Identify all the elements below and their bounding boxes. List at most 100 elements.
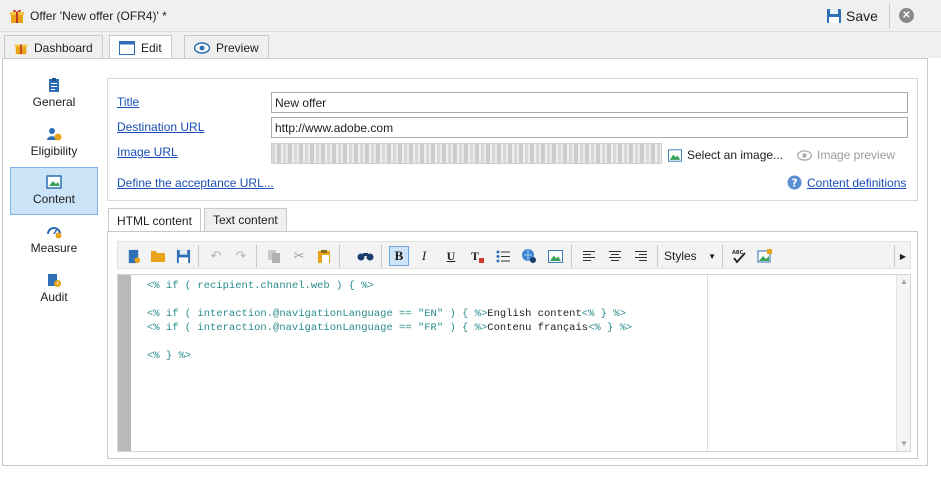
redo-button[interactable]: ↷ (231, 246, 251, 266)
copy-icon (268, 249, 280, 263)
code-line: <% if ( interaction.@navigationLanguage … (147, 307, 703, 321)
editor-toolbar: ↶ ↷ ✂ B I U T Styles ▼ ABC ▶ (117, 241, 911, 269)
insert-image-icon (547, 249, 563, 263)
audit-icon (48, 274, 61, 287)
tab-label: HTML content (117, 213, 192, 228)
tab-dashboard[interactable]: Dashboard (4, 35, 103, 59)
svg-text:ABC: ABC (732, 250, 744, 256)
tab-edit[interactable]: Edit (109, 35, 172, 59)
clear-format-button[interactable]: T (467, 246, 487, 266)
align-left-icon (583, 250, 595, 261)
nav-item-content[interactable]: Content (10, 167, 98, 215)
bullet-list-button[interactable] (493, 246, 513, 266)
undo-button[interactable]: ↶ (206, 246, 226, 266)
link-button[interactable] (519, 246, 539, 266)
code-content: <% if ( recipient.channel.web ) { %> <% … (147, 279, 703, 449)
title-field[interactable] (271, 92, 908, 113)
save-label: Save (846, 8, 878, 24)
align-center-button[interactable] (605, 246, 625, 266)
code-line: <% if ( interaction.@navigationLanguage … (147, 321, 703, 335)
align-center-icon (609, 250, 621, 261)
nav-label: General (32, 95, 76, 109)
window-title: Offer 'New offer (OFR4)' * (30, 9, 167, 23)
find-icon (357, 253, 373, 261)
spellcheck-button[interactable]: ABC (729, 246, 749, 266)
destination-url-label[interactable]: Destination URL (117, 120, 204, 134)
content-definitions-label: Content definitions (807, 175, 907, 190)
eye-icon (194, 41, 210, 54)
more-button[interactable]: ▶ (896, 246, 910, 266)
save-button-toolbar[interactable] (173, 246, 193, 266)
tab-html-content[interactable]: HTML content (108, 208, 201, 232)
undo-icon: ↶ (210, 248, 222, 263)
close-button[interactable]: ✕ (899, 8, 914, 23)
clear-format-icon: T (471, 249, 484, 263)
image-url-field[interactable] (271, 143, 662, 164)
editor-divider (707, 275, 708, 451)
select-image-button[interactable]: Select an image... (668, 148, 783, 162)
save-disk-icon (827, 9, 841, 23)
nav-label: Eligibility (30, 144, 78, 158)
gauge-icon (47, 227, 62, 239)
gift-icon (14, 44, 28, 54)
code-text: Contenu français (487, 322, 589, 334)
toolbar-divider (571, 245, 572, 267)
paste-icon (318, 249, 330, 263)
nav-item-measure[interactable]: Measure (10, 216, 98, 264)
styles-label: Styles (664, 249, 697, 263)
personalize-button[interactable] (755, 246, 775, 266)
svg-text:?: ? (792, 177, 798, 189)
tab-preview[interactable]: Preview (184, 35, 269, 59)
bullet-list-icon (496, 250, 510, 262)
toolbar-divider (894, 245, 895, 267)
copy-button[interactable] (264, 246, 284, 266)
image-icon (668, 148, 682, 162)
toolbar-divider (256, 245, 257, 267)
paste-button[interactable] (314, 246, 334, 266)
image-url-label[interactable]: Image URL (117, 145, 178, 159)
styles-dropdown[interactable]: Styles ▼ (661, 246, 719, 266)
align-left-button[interactable] (579, 246, 599, 266)
image-icon (46, 175, 62, 189)
underline-button[interactable]: U (441, 246, 461, 266)
toolbar-divider (198, 245, 199, 267)
nav-item-audit[interactable]: Audit (10, 265, 98, 313)
scroll-up-icon[interactable]: ▲ (900, 277, 908, 286)
acceptance-url-link[interactable]: Define the acceptance URL... (117, 176, 274, 190)
bold-button[interactable]: B (389, 246, 409, 266)
new-doc-icon (128, 249, 140, 263)
italic-button[interactable]: I (414, 246, 434, 266)
insert-image-button[interactable] (545, 246, 565, 266)
help-icon: ? (787, 175, 802, 190)
eye-icon (797, 149, 812, 161)
destination-url-field[interactable] (271, 117, 908, 138)
tab-label: Dashboard (34, 40, 93, 55)
link-icon (522, 249, 536, 263)
align-right-button[interactable] (631, 246, 651, 266)
editor-scrollbar[interactable]: ▲ ▼ (896, 275, 910, 451)
bold-icon: B (394, 248, 404, 263)
nav-label: Measure (30, 241, 78, 255)
nav-item-general[interactable]: General (10, 70, 98, 118)
svg-text:T: T (471, 249, 479, 263)
cut-icon: ✂ (293, 248, 305, 263)
nav-label: Audit (40, 290, 68, 304)
nav-item-eligibility[interactable]: Eligibility (10, 119, 98, 167)
align-right-icon (635, 250, 647, 261)
title-label[interactable]: Title (117, 95, 139, 109)
code-text: English content (487, 308, 582, 320)
users-icon (47, 128, 62, 141)
new-doc-button[interactable] (123, 246, 143, 266)
find-button[interactable] (355, 246, 375, 266)
save-button[interactable]: Save (826, 5, 886, 27)
chevron-down-icon: ▼ (708, 251, 716, 261)
tab-text-content[interactable]: Text content (204, 208, 287, 231)
window-titlebar: Offer 'New offer (OFR4)' * Save ✕ (0, 0, 941, 32)
open-folder-icon (151, 251, 165, 262)
open-button[interactable] (148, 246, 168, 266)
cut-button[interactable]: ✂ (289, 246, 309, 266)
tab-label: Text content (213, 213, 278, 227)
content-definitions-link[interactable]: ? Content definitions (787, 175, 906, 190)
scroll-down-icon[interactable]: ▼ (900, 439, 908, 448)
